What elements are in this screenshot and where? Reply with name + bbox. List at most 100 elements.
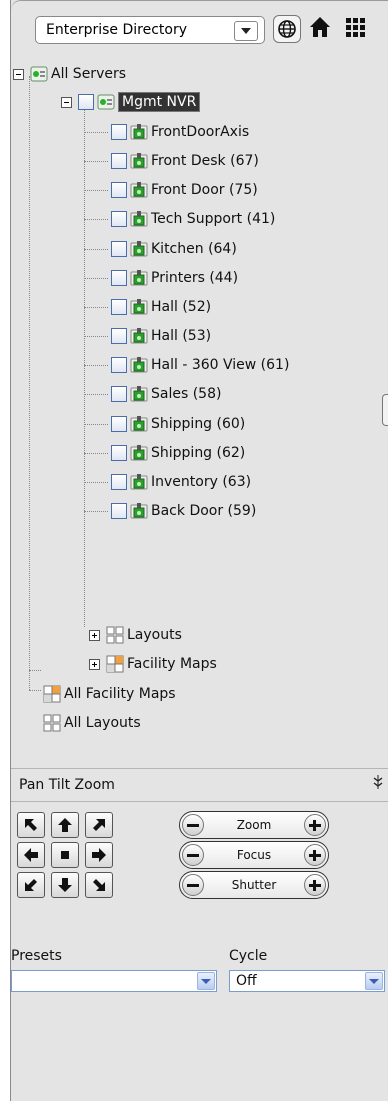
tree-label: All Servers [51,66,127,82]
pan-down-right-button[interactable] [85,872,113,898]
tree-connector [29,690,41,691]
camera-label: Hall - 360 View (61) [151,357,290,374]
ptz-stop-button[interactable] [51,842,79,868]
camera-checkbox[interactable] [111,298,127,315]
camera-icon [130,211,148,227]
camera-icon [130,240,148,257]
tree-node-layouts[interactable]: Layouts [89,623,182,647]
camera-checkbox[interactable] [111,386,127,403]
globe-icon[interactable] [273,15,301,43]
tree-label: All Layouts [64,715,141,731]
camera-label: Hall (53) [151,328,212,345]
pan-up-left-button[interactable] [17,812,45,838]
camera-label: Back Door (59) [151,502,257,519]
pan-right-button[interactable] [85,842,113,868]
tree-node-all-layouts[interactable]: All Layouts [43,711,141,735]
camera-checkbox[interactable] [111,153,127,170]
camera-checkbox[interactable] [111,357,127,374]
camera-item[interactable]: Back Door (59) [84,499,257,523]
expand-icon[interactable] [89,658,100,670]
camera-icon [130,502,148,519]
pan-up-right-button[interactable] [85,812,113,838]
camera-checkbox[interactable] [111,502,127,519]
camera-item[interactable]: Shipping (62) [84,441,245,465]
expand-icon[interactable] [89,629,100,641]
double-chevron-down-icon[interactable] [373,775,383,793]
server-checkbox[interactable] [78,94,94,110]
camera-item[interactable]: FrontDoorAxis [84,120,249,144]
dropdown-arrow-icon[interactable] [234,21,258,41]
home-icon[interactable] [308,15,336,43]
tree-connector [29,76,30,690]
camera-checkbox[interactable] [111,269,127,286]
camera-item[interactable]: Hall (52) [84,295,212,319]
ptz-header[interactable]: Pan Tilt Zoom [11,768,388,802]
camera-item[interactable]: Front Door (75) [84,178,258,202]
grid-icon[interactable] [343,15,371,43]
camera-item[interactable]: Front Desk (67) [84,149,259,173]
camera-item[interactable]: Hall - 360 View (61) [84,353,290,377]
camera-icon [130,298,148,315]
focus-plus-button[interactable] [304,844,326,866]
zoom-control: Zoom [179,811,329,839]
tree-connector [29,670,41,671]
camera-item[interactable]: Kitchen (64) [84,237,237,261]
splitter-handle[interactable] [382,394,388,426]
server-icon [97,94,115,110]
camera-icon [130,357,148,373]
collapse-icon[interactable] [61,96,72,108]
camera-item[interactable]: Tech Support (41) [84,207,275,231]
facility-map-icon [43,685,61,703]
pan-down-left-button[interactable] [17,872,45,898]
tilt-up-button[interactable] [51,812,79,838]
camera-item[interactable]: Printers (44) [84,266,238,290]
camera-label: Kitchen (64) [151,240,237,257]
tree-connector [84,248,108,250]
camera-checkbox[interactable] [111,415,127,432]
camera-item[interactable]: Inventory (63) [84,470,252,494]
shutter-plus-button[interactable] [304,874,326,896]
camera-checkbox[interactable] [111,124,127,140]
presets-label: Presets [11,948,62,964]
collapse-icon[interactable] [13,68,24,80]
navigation-panel: Enterprise Directory All Servers Mgmt NV… [10,0,388,1101]
camera-checkbox[interactable] [111,211,127,228]
pan-left-button[interactable] [17,842,45,868]
camera-icon [130,328,148,344]
camera-label: Hall (52) [151,298,212,315]
camera-item[interactable]: Sales (58) [84,382,221,406]
tilt-down-button[interactable] [51,872,79,898]
camera-icon [130,182,148,198]
camera-item[interactable]: Hall (53) [84,324,212,348]
dropdown-arrow-icon[interactable] [197,972,215,990]
tree-node-all-servers[interactable]: All Servers [13,62,126,86]
cycle-select[interactable]: Off [229,970,385,992]
camera-checkbox[interactable] [111,473,127,490]
camera-label: Inventory (63) [151,473,252,490]
shutter-control: Shutter [179,871,329,899]
camera-icon [130,269,148,286]
tree-node-all-facility-maps[interactable]: All Facility Maps [43,682,176,706]
camera-item[interactable]: Shipping (60) [84,412,245,436]
tree-connector [84,394,108,396]
camera-checkbox[interactable] [111,444,127,461]
camera-checkbox[interactable] [111,182,127,199]
tree-node-server[interactable]: Mgmt NVR [61,90,201,114]
facility-map-icon [106,655,124,673]
camera-checkbox[interactable] [111,240,127,257]
tree-label: Layouts [127,627,182,643]
camera-label: Front Desk (67) [151,153,259,170]
presets-select[interactable] [11,970,217,992]
dropdown-arrow-icon[interactable] [365,972,383,990]
tree-label: Mgmt NVR [118,92,201,112]
camera-checkbox[interactable] [111,328,127,345]
directory-select[interactable]: Enterprise Directory [35,16,265,44]
tree-connector [84,423,108,425]
tree-connector [84,219,108,221]
layout-icon [43,714,61,732]
tree-node-facility-maps[interactable]: Facility Maps [89,652,217,676]
camera-icon [130,444,148,461]
camera-icon [130,415,148,431]
cycle-value: Off [236,973,257,989]
zoom-in-button[interactable] [304,814,326,836]
